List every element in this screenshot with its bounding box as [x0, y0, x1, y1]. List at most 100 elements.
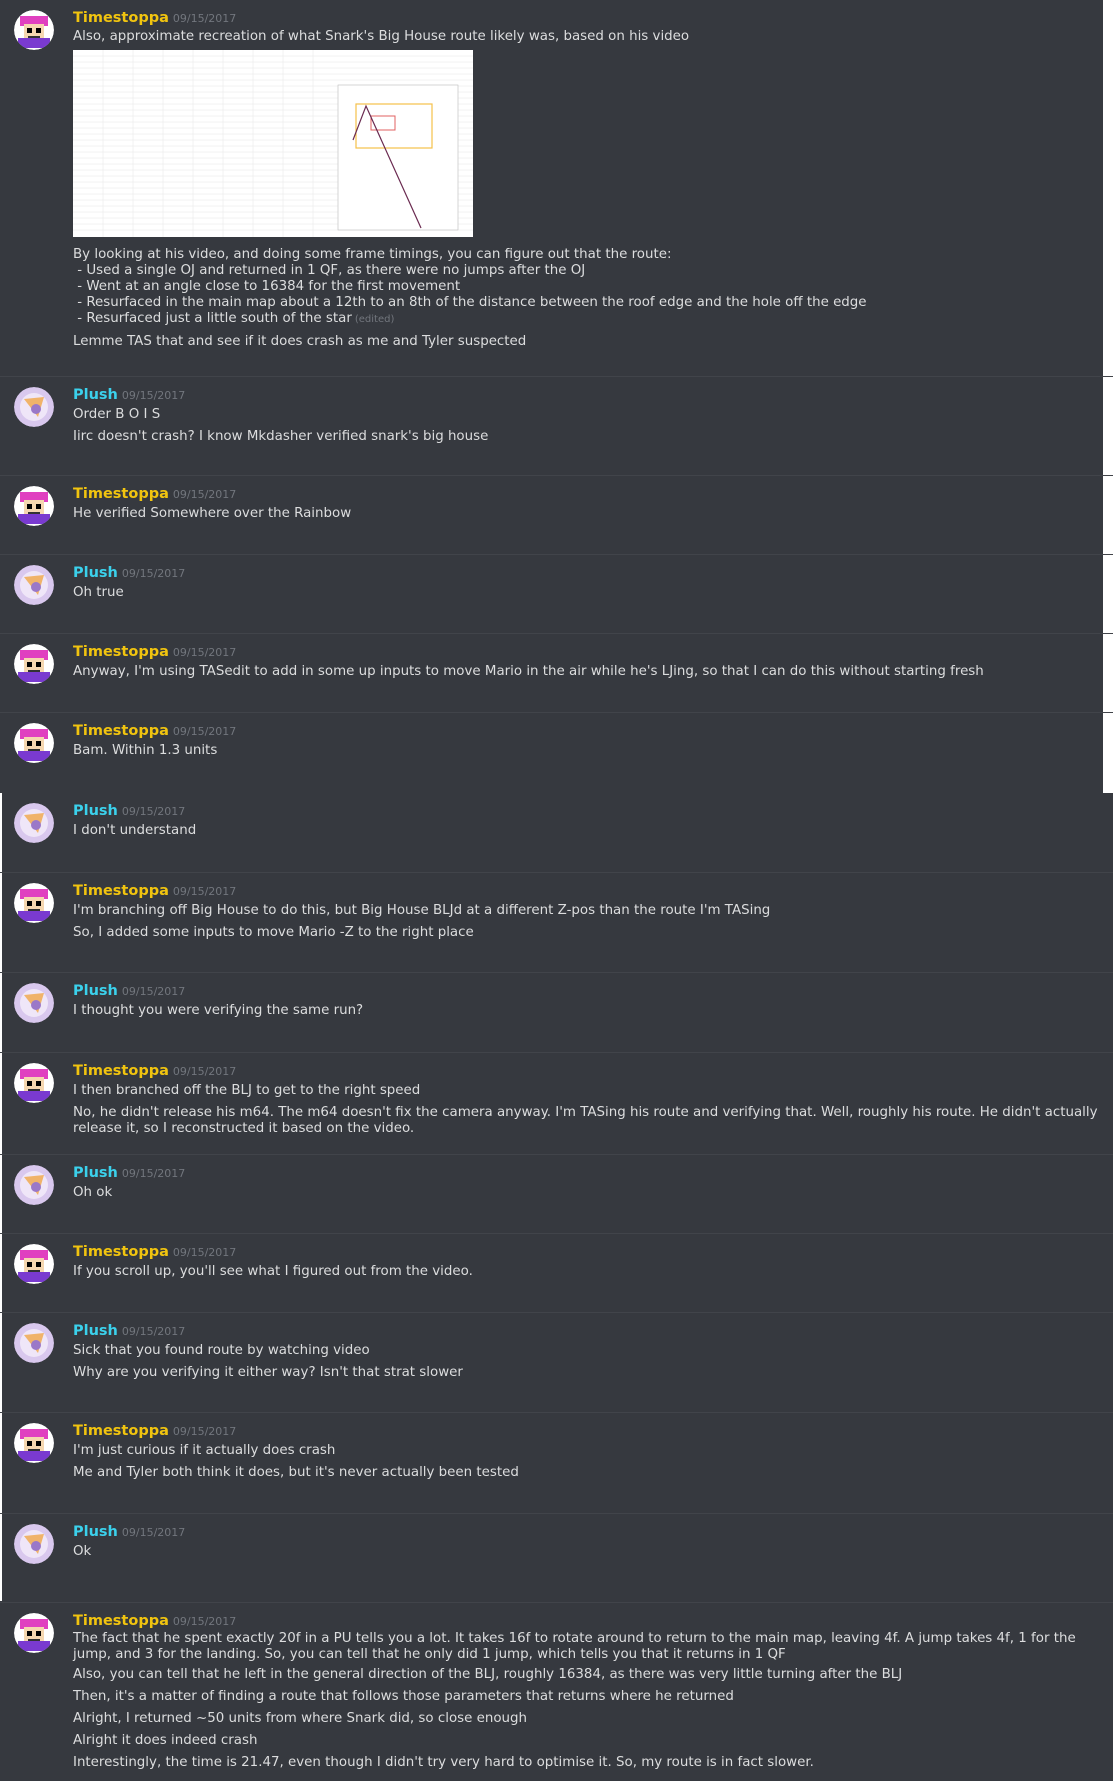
message: Timestoppa 09/15/2017 He verified Somewhe… — [0, 475, 1113, 542]
message: Plush 09/15/2017 Ok — [0, 1513, 1113, 1580]
timestamp: 09/15/2017 — [172, 725, 237, 738]
avatar-timestoppa-icon — [14, 723, 54, 763]
avatar-timestoppa-icon — [14, 883, 54, 923]
timestamp: 09/15/2017 — [121, 805, 186, 818]
message: Timestoppa 09/15/2017 Bam. Within 1.3 uni… — [0, 712, 1113, 779]
message-text: I'm just curious if it actually does cra… — [73, 1443, 336, 1458]
avatar-plush-icon — [14, 983, 54, 1023]
message: Timestoppa 09/15/2017 Anyway, I'm using T… — [0, 633, 1113, 700]
author-name[interactable]: Timestoppa — [73, 10, 169, 26]
message-text: I don't understand — [73, 823, 197, 838]
timestamp: 09/15/2017 — [172, 1615, 237, 1628]
author-name[interactable]: Plush — [73, 565, 118, 581]
message-text: Me and Tyler both think it does, but it'… — [73, 1465, 519, 1480]
message: Plush 09/15/2017 I don't understand — [0, 793, 1113, 859]
message-text: Also, you can tell that he left in the g… — [73, 1667, 903, 1682]
message-text: So, I added some inputs to move Mario -Z… — [73, 925, 474, 940]
message-text: He verified Somewhere over the Rainbow — [73, 506, 352, 521]
author-name[interactable]: Timestoppa — [73, 883, 169, 899]
message-text: Alright, I returned ~50 units from where… — [73, 1711, 527, 1726]
avatar[interactable] — [14, 1165, 54, 1205]
avatar-plush-icon — [14, 1323, 54, 1363]
message: Timestoppa 09/15/2017 I'm branching off B… — [0, 872, 1113, 961]
message-text: I thought you were verifying the same ru… — [73, 1003, 364, 1018]
author-name[interactable]: Timestoppa — [73, 1423, 169, 1439]
message-text: Bam. Within 1.3 units — [73, 743, 218, 758]
timestamp: 09/15/2017 — [121, 1167, 186, 1180]
avatar[interactable] — [14, 1524, 54, 1564]
timestamp: 09/15/2017 — [121, 567, 186, 580]
avatar[interactable] — [14, 1323, 54, 1363]
message-text: Order B O I S — [73, 407, 161, 422]
author-name[interactable]: Plush — [73, 803, 118, 819]
message: Plush 09/15/2017 Oh ok — [0, 1154, 1113, 1221]
message: Timestoppa 09/15/2017 Also, approximate r… — [0, 0, 1113, 362]
message: Plush 09/15/2017 Oh true — [0, 554, 1113, 621]
message-text: I then branched off the BLJ to get to th… — [73, 1083, 421, 1098]
message: Plush 09/15/2017 Order B O I S Iirc doesn… — [0, 376, 1113, 465]
timestamp: 09/15/2017 — [121, 985, 186, 998]
avatar-timestoppa-icon — [14, 1423, 54, 1463]
author-name[interactable]: Plush — [73, 983, 118, 999]
message-text: Oh ok — [73, 1185, 113, 1200]
avatar[interactable] — [14, 1613, 54, 1653]
timestamp: 09/15/2017 — [172, 1246, 237, 1259]
avatar-plush-icon — [14, 1165, 54, 1205]
timestamp: 09/15/2017 — [172, 646, 237, 659]
author-name[interactable]: Plush — [73, 1524, 118, 1540]
timestamp: 09/15/2017 — [172, 885, 237, 898]
message-text: If you scroll up, you'll see what I figu… — [73, 1264, 473, 1279]
message-text: Oh true — [73, 585, 124, 600]
author-name[interactable]: Timestoppa — [73, 1063, 169, 1079]
avatar[interactable] — [14, 1063, 54, 1103]
avatar[interactable] — [14, 983, 54, 1023]
avatar[interactable] — [14, 1423, 54, 1463]
message-text: Then, it's a matter of finding a route t… — [73, 1689, 734, 1704]
message-text: Also, approximate recreation of what Sna… — [73, 29, 690, 44]
message: Timestoppa 09/15/2017 I then branched off… — [0, 1052, 1113, 1153]
avatar-plush-icon — [14, 387, 54, 427]
message-text: I'm branching off Big House to do this, … — [73, 903, 771, 918]
avatar-timestoppa-icon — [14, 644, 54, 684]
avatar-plush-icon — [14, 565, 54, 605]
timestamp: 09/15/2017 — [121, 1526, 186, 1539]
avatar[interactable] — [14, 565, 54, 605]
avatar[interactable] — [14, 1244, 54, 1284]
timestamp: 09/15/2017 — [172, 1065, 237, 1078]
avatar-timestoppa-icon — [14, 486, 54, 526]
message-text: Lemme TAS that and see if it does crash … — [73, 334, 527, 349]
avatar[interactable] — [14, 723, 54, 763]
author-name[interactable]: Timestoppa — [73, 486, 169, 502]
avatar[interactable] — [14, 486, 54, 526]
author-name[interactable]: Timestoppa — [73, 1613, 169, 1629]
timestamp: 09/15/2017 — [172, 1425, 237, 1438]
message-text: Ok — [73, 1544, 92, 1559]
avatar[interactable] — [14, 803, 54, 843]
message-text: By looking at his video, and doing some … — [73, 247, 867, 326]
avatar-timestoppa-icon — [14, 1613, 54, 1653]
author-name[interactable]: Timestoppa — [73, 1244, 169, 1260]
message-text: Anyway, I'm using TASedit to add in some… — [73, 664, 984, 679]
avatar[interactable] — [14, 644, 54, 684]
avatar-plush-icon — [14, 803, 54, 843]
avatar[interactable] — [14, 883, 54, 923]
author-name[interactable]: Plush — [73, 1323, 118, 1339]
author-name[interactable]: Timestoppa — [73, 644, 169, 660]
avatar[interactable] — [14, 10, 54, 50]
message-text: Interestingly, the time is 21.47, even t… — [73, 1755, 814, 1770]
timestamp: 09/15/2017 — [121, 1325, 186, 1338]
spreadsheet-image-attachment[interactable] — [73, 50, 473, 237]
message: Timestoppa 09/15/2017 If you scroll up, y… — [0, 1233, 1113, 1300]
message: Plush 09/15/2017 Sick that you found rout… — [0, 1312, 1113, 1401]
author-name[interactable]: Plush — [73, 1165, 118, 1181]
message-text: Iirc doesn't crash? I know Mkdasher veri… — [73, 429, 489, 444]
avatar-plush-icon — [14, 1524, 54, 1564]
author-name[interactable]: Plush — [73, 387, 118, 403]
avatar[interactable] — [14, 387, 54, 427]
timestamp: 09/15/2017 — [121, 389, 186, 402]
author-name[interactable]: Timestoppa — [73, 723, 169, 739]
message-text: Why are you verifying it either way? Isn… — [73, 1365, 463, 1380]
edited-label: (edited) — [354, 314, 395, 325]
message-text: Sick that you found route by watching vi… — [73, 1343, 370, 1358]
avatar-timestoppa-icon — [14, 10, 54, 50]
